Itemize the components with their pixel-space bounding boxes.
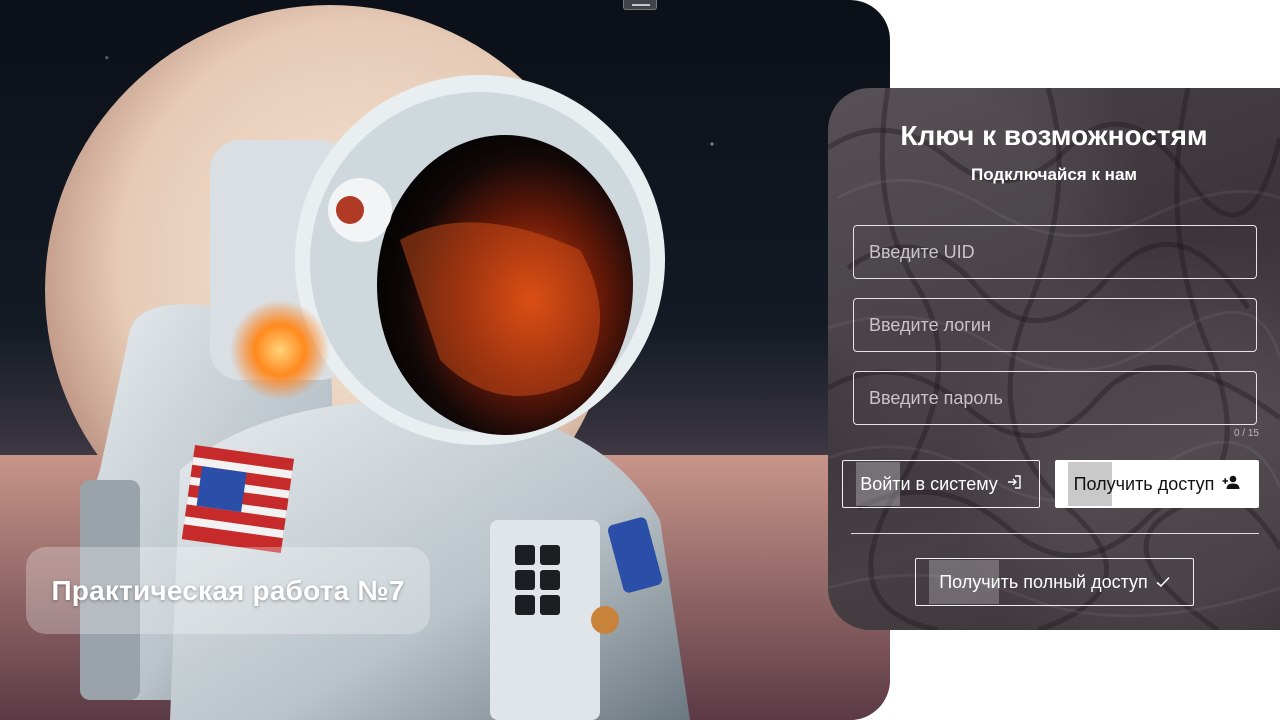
checkmark-icon [1156, 572, 1170, 593]
full-access-button[interactable]: Получить полный доступ [915, 558, 1194, 606]
hero-caption: Практическая работа №7 [26, 547, 430, 634]
login-arrow-icon [1006, 474, 1022, 495]
auth-title: Ключ к возможностям [900, 120, 1208, 151]
login-button-label: Войти в систему [860, 473, 998, 494]
password-input[interactable] [853, 371, 1257, 425]
login-input[interactable] [853, 298, 1257, 352]
uid-input[interactable] [853, 225, 1257, 279]
hero-image: Практическая работа №7 [0, 0, 890, 720]
hero-caption-text: Практическая работа №7 [51, 574, 405, 606]
register-button[interactable]: Получить доступ [1055, 460, 1259, 508]
divider [851, 533, 1259, 534]
full-access-button-label: Получить полный доступ [939, 571, 1148, 592]
page: Практическая работа №7 Ключ к возможност… [0, 0, 1280, 720]
drag-handle[interactable] [623, 0, 657, 10]
auth-subtitle: Подключайся к нам [971, 165, 1137, 184]
password-char-counter: 0 / 15 [1233, 428, 1259, 439]
login-button[interactable]: Войти в систему [842, 460, 1040, 508]
register-button-label: Получить доступ [1073, 473, 1215, 494]
person-add-icon [1222, 474, 1240, 495]
auth-card: Ключ к возможностям Подключайся к нам 0 … [828, 88, 1280, 630]
